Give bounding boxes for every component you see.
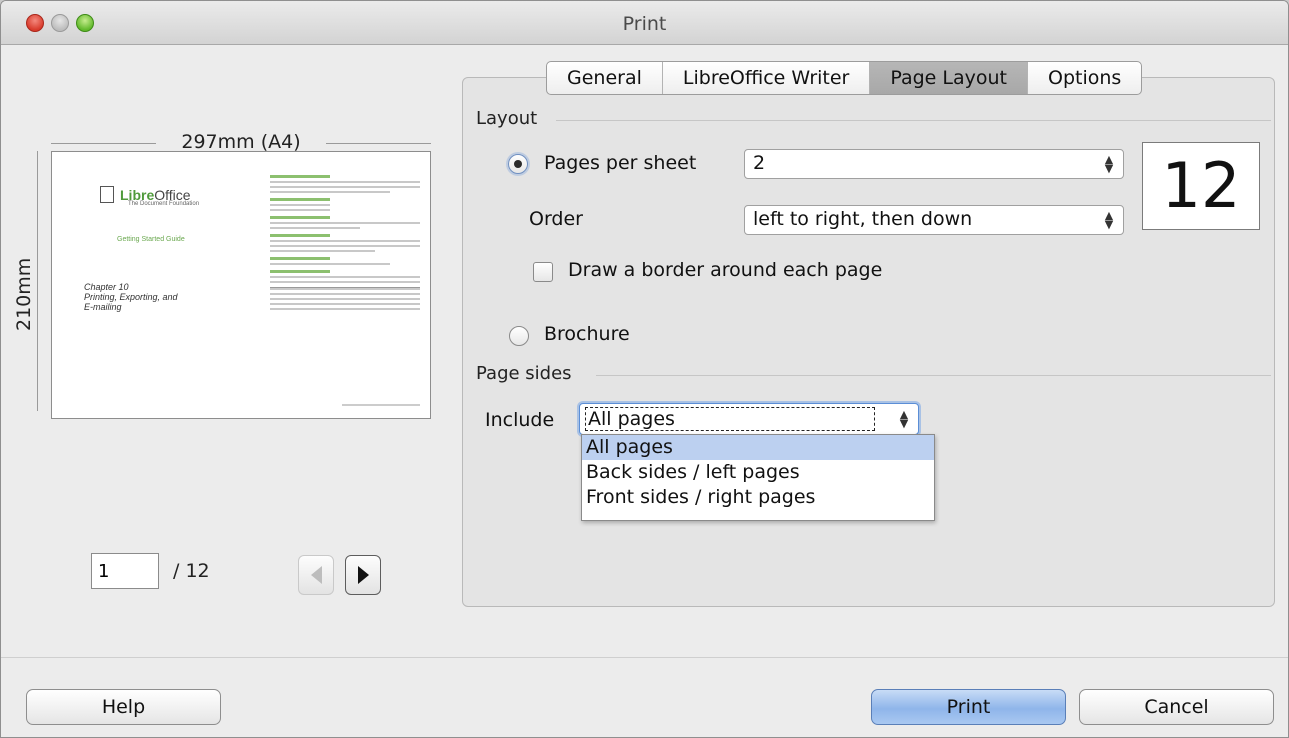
preview-height-label: 210mm [13, 257, 35, 331]
next-page-button[interactable] [345, 555, 381, 595]
include-option-back-sides[interactable]: Back sides / left pages [582, 460, 934, 485]
libreoffice-logo: LibreOffice The Document Foundation [100, 184, 210, 207]
updown-arrows-icon: ▲ ▼ [1104, 153, 1114, 175]
page-preview: LibreOffice The Document Foundation Gett… [51, 151, 431, 419]
include-label: Include [485, 409, 555, 431]
bottom-divider [1, 657, 1288, 658]
document-icon [100, 186, 114, 203]
tab-general[interactable]: General [547, 62, 663, 94]
include-option-all-pages[interactable]: All pages [582, 435, 934, 460]
pages-per-sheet-label: Pages per sheet [544, 152, 697, 174]
order-select[interactable]: left to right, then down ▲ ▼ [744, 205, 1124, 235]
tab-options[interactable]: Options [1028, 62, 1141, 94]
layout-separator [556, 120, 1271, 121]
page-number-input[interactable]: 1 [91, 553, 159, 589]
chapter-title: Chapter 10 Printing, Exporting, and E-ma… [84, 282, 178, 312]
order-label: Order [529, 208, 583, 230]
include-option-front-sides[interactable]: Front sides / right pages [582, 485, 934, 510]
tab-libreoffice-writer[interactable]: LibreOffice Writer [663, 62, 871, 94]
tab-bar: General LibreOffice Writer Page Layout O… [546, 61, 1143, 95]
cancel-button[interactable]: Cancel [1079, 689, 1274, 725]
include-dropdown-list: All pages Back sides / left pages Front … [581, 434, 935, 521]
arrow-right-icon [357, 566, 369, 584]
preview-right-page [270, 170, 420, 313]
draw-border-label: Draw a border around each page [568, 259, 883, 281]
draw-border-checkbox[interactable] [533, 262, 553, 282]
arrow-left-icon [310, 566, 322, 584]
preview-width-label: 297mm (A4) [51, 131, 431, 153]
help-button[interactable]: Help [26, 689, 221, 725]
previous-page-button[interactable] [298, 555, 334, 595]
include-select[interactable]: All pages ▲ ▼ [579, 403, 919, 435]
preview-height-line [37, 151, 38, 411]
layout-section-label: Layout [476, 108, 538, 129]
guide-title: Getting Started Guide [117, 236, 185, 243]
brochure-radio[interactable] [509, 326, 529, 346]
updown-arrows-icon: ▲ ▼ [1104, 209, 1114, 231]
page-sides-separator [596, 375, 1271, 376]
updown-arrows-icon: ▲ ▼ [899, 408, 909, 430]
brochure-label: Brochure [544, 323, 630, 345]
include-select-value: All pages [585, 407, 875, 431]
pages-count-preview: 12 [1142, 142, 1260, 230]
page-sides-section-label: Page sides [476, 363, 572, 384]
title-bar: Print [1, 1, 1288, 45]
pages-per-sheet-radio[interactable] [508, 154, 528, 174]
tab-page-layout[interactable]: Page Layout [870, 62, 1029, 94]
print-dialog: Print 297mm (A4) 210mm LibreOffice The D… [0, 0, 1289, 738]
foundation-text: The Document Foundation [128, 201, 200, 207]
page-total-label: / 12 [173, 560, 210, 582]
print-button[interactable]: Print [871, 689, 1066, 725]
pages-per-sheet-select[interactable]: 2 ▲ ▼ [744, 149, 1124, 179]
window-title: Print [622, 13, 667, 35]
